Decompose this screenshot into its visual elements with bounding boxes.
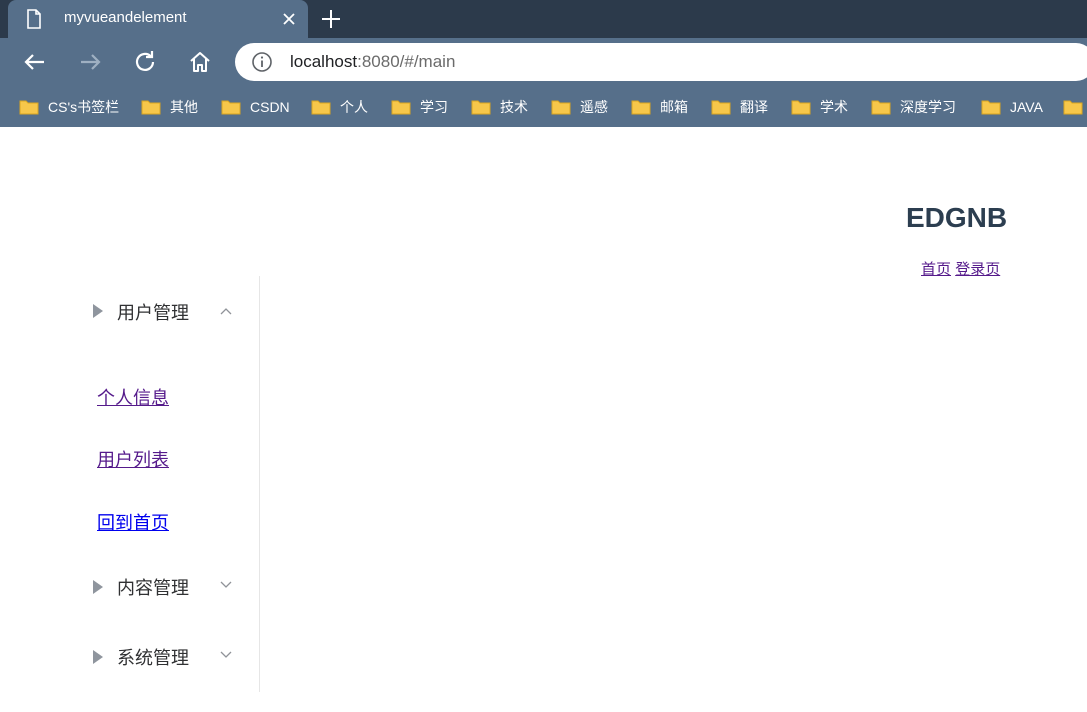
bookmark-folder[interactable]: 学术 — [791, 86, 848, 127]
bookmark-folder[interactable]: 个人 — [311, 86, 368, 127]
submenu-user-management[interactable]: 用户管理 — [0, 282, 259, 338]
folder-icon — [871, 100, 891, 114]
bookmark-label: 其他 — [170, 98, 198, 115]
url-text[interactable]: localhost:8080/#/main — [290, 52, 455, 72]
bookmark-label: 学习 — [420, 98, 448, 115]
bookmark-label: CSDN — [250, 98, 290, 115]
folder-icon — [221, 100, 241, 114]
folder-icon — [391, 100, 411, 114]
login-link[interactable]: 登录页 — [955, 261, 1000, 278]
browser-toolbar: localhost:8080/#/main — [0, 38, 1087, 86]
folder-icon — [19, 100, 39, 114]
url-host: localhost — [290, 52, 358, 71]
url-path: :8080/#/main — [357, 52, 456, 71]
tab-strip: myvueandelement — [0, 0, 1087, 38]
bookmark-folder[interactable]: CSDN — [221, 86, 290, 127]
chevron-down-icon — [220, 651, 232, 658]
caret-right-icon — [93, 304, 103, 318]
folder-icon — [631, 100, 651, 114]
menu-item-profile[interactable]: 个人信息 — [97, 384, 169, 410]
bookmark-label: 技术 — [500, 98, 528, 115]
back-icon[interactable] — [20, 47, 50, 77]
info-icon[interactable] — [251, 51, 273, 73]
bookmark-folder[interactable]: CS's书签栏 — [19, 86, 119, 127]
bookmark-folder[interactable] — [1063, 86, 1087, 127]
home-link[interactable]: 首页 — [921, 261, 951, 278]
folder-icon — [791, 100, 811, 114]
caret-right-icon — [93, 650, 103, 664]
folder-icon — [471, 100, 491, 114]
bookmark-folder[interactable]: JAVA — [981, 86, 1043, 127]
address-bar[interactable]: localhost:8080/#/main — [235, 43, 1087, 81]
forward-icon[interactable] — [75, 47, 105, 77]
bookmark-label: 深度学习 — [900, 98, 956, 115]
bookmark-label: 翻译 — [740, 98, 768, 115]
submenu-content-management[interactable]: 内容管理 — [0, 558, 259, 614]
submenu-label: 系统管理 — [117, 648, 189, 668]
folder-icon — [711, 100, 731, 114]
bookmark-folder[interactable]: 学习 — [391, 86, 448, 127]
top-nav: 首页 登录页 — [921, 258, 1000, 279]
chevron-up-icon — [220, 308, 232, 315]
tab-title: myvueandelement — [64, 9, 187, 26]
menu-item-user-list[interactable]: 用户列表 — [97, 446, 169, 472]
browser-tab[interactable]: myvueandelement — [8, 0, 308, 38]
folder-icon — [1063, 100, 1083, 114]
bookmark-folder[interactable]: 翻译 — [711, 86, 768, 127]
folder-icon — [141, 100, 161, 114]
new-tab-icon[interactable] — [318, 6, 344, 32]
bookmark-label: JAVA — [1010, 98, 1043, 115]
bookmark-label: 邮箱 — [660, 98, 688, 115]
submenu-system-management[interactable]: 系统管理 — [0, 628, 259, 684]
submenu-label: 内容管理 — [117, 578, 189, 598]
bookmark-folder[interactable]: 其他 — [141, 86, 198, 127]
page-icon — [27, 9, 41, 29]
bookmark-label: 学术 — [820, 98, 848, 115]
bookmark-folder[interactable]: 深度学习 — [871, 86, 956, 127]
bookmark-folder[interactable]: 邮箱 — [631, 86, 688, 127]
bookmark-label: 个人 — [340, 98, 368, 115]
menu-item-back-home[interactable]: 回到首页 — [97, 509, 169, 535]
close-icon[interactable] — [279, 9, 299, 29]
folder-icon — [551, 100, 571, 114]
folder-icon — [311, 100, 331, 114]
bookmarks-bar: CS's书签栏 其他 CSDN 个人 学习 技术 遥感 邮箱 翻译 学术 深度学… — [0, 86, 1087, 127]
bookmark-label: 遥感 — [580, 98, 608, 115]
bookmark-folder[interactable]: 遥感 — [551, 86, 608, 127]
bookmark-folder[interactable]: 技术 — [471, 86, 528, 127]
caret-right-icon — [93, 580, 103, 594]
page-title: EDGNB — [906, 202, 1008, 233]
submenu-label: 用户管理 — [117, 303, 189, 323]
sidebar-menu: 用户管理 个人信息 用户列表 回到首页 内容管理 系统管理 — [0, 276, 260, 692]
chevron-down-icon — [220, 581, 232, 588]
folder-icon — [981, 100, 1001, 114]
home-icon[interactable] — [185, 47, 215, 77]
reload-icon[interactable] — [130, 47, 160, 77]
bookmark-label: CS's书签栏 — [48, 98, 120, 115]
